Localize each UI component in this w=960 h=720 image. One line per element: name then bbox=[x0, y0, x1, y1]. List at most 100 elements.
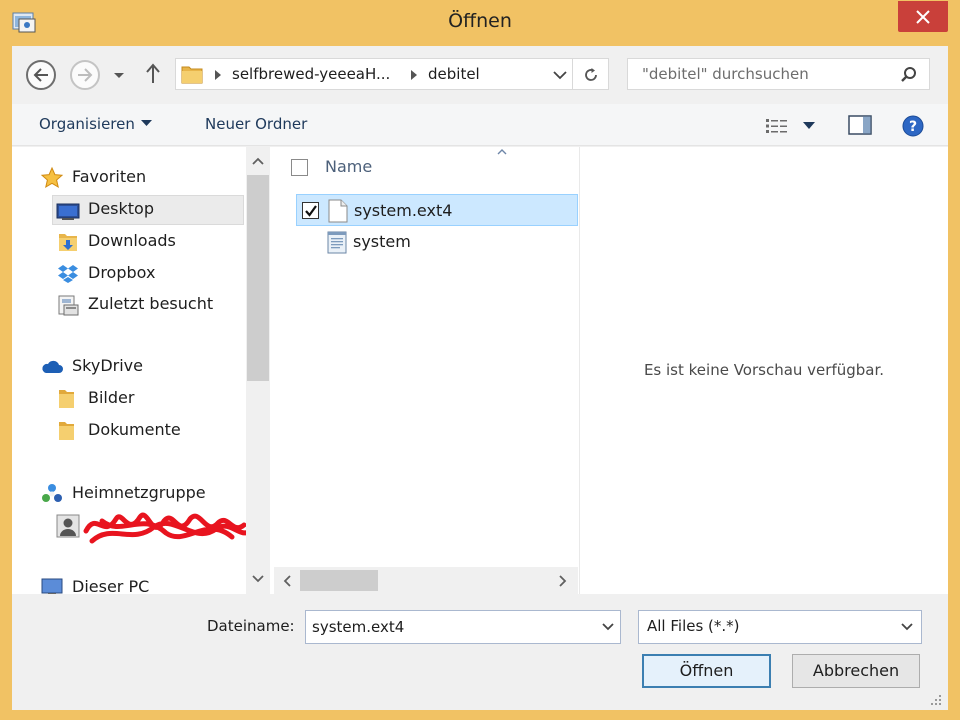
star-icon bbox=[40, 166, 64, 189]
resize-grip-icon[interactable] bbox=[930, 694, 942, 706]
scrollbar-thumb[interactable] bbox=[247, 175, 269, 381]
user-icon bbox=[56, 514, 80, 538]
redaction-scribble bbox=[83, 512, 246, 544]
close-button[interactable] bbox=[898, 1, 948, 32]
desktop-icon bbox=[56, 203, 80, 220]
downloads-folder-icon bbox=[59, 234, 77, 251]
dialog-body: selfbrewed-yeeeaH... debitel Organisiere… bbox=[12, 46, 948, 710]
file-row-system-ext4[interactable]: system.ext4 bbox=[296, 194, 578, 226]
cancel-button[interactable]: Abbrechen bbox=[792, 654, 920, 688]
filetype-value: All Files (*.*) bbox=[647, 617, 740, 635]
sidebar-item-label: Zuletzt besucht bbox=[88, 294, 214, 313]
sidebar-item-downloads[interactable]: Downloads bbox=[56, 227, 244, 257]
title-bar: Öffnen bbox=[0, 0, 960, 46]
back-button[interactable] bbox=[26, 60, 56, 90]
sidebar-item-label: Bilder bbox=[88, 388, 135, 407]
help-icon[interactable]: ? bbox=[902, 115, 924, 137]
arrow-left-icon bbox=[33, 68, 48, 82]
filename-input[interactable] bbox=[306, 611, 590, 643]
chevron-down-icon[interactable] bbox=[803, 122, 815, 130]
file-row-system[interactable]: system bbox=[296, 226, 578, 258]
cloud-icon bbox=[42, 360, 63, 373]
view-options-icon[interactable] bbox=[765, 117, 789, 135]
sidebar-item-label: Favoriten bbox=[72, 167, 147, 186]
svg-text:?: ? bbox=[909, 119, 917, 135]
sidebar-item-this-pc[interactable]: Dieser PC bbox=[40, 573, 245, 594]
folder-icon bbox=[181, 66, 203, 84]
navigation-pane-scrollbar[interactable] bbox=[246, 147, 270, 594]
folder-icon bbox=[59, 422, 74, 440]
scrollbar-thumb[interactable] bbox=[300, 570, 378, 591]
search-input[interactable] bbox=[627, 58, 930, 90]
preview-message: Es ist keine Vorschau verfügbar. bbox=[643, 361, 885, 379]
filename-label: Dateiname: bbox=[207, 617, 295, 635]
breadcrumb-separator-icon bbox=[411, 70, 417, 80]
sidebar-item-pictures[interactable]: Bilder bbox=[56, 384, 244, 414]
breadcrumb-segment[interactable]: debitel bbox=[428, 65, 480, 83]
sidebar-item-label: Dokumente bbox=[88, 420, 181, 439]
open-button[interactable]: Öffnen bbox=[642, 654, 771, 688]
column-header-name[interactable]: Name bbox=[325, 157, 372, 176]
sidebar-item-documents[interactable]: Dokumente bbox=[56, 416, 244, 446]
column-header: Name bbox=[274, 147, 578, 185]
arrow-up-icon bbox=[146, 63, 160, 83]
breadcrumb-segment[interactable]: selfbrewed-yeeeaH... bbox=[232, 65, 390, 83]
folder-icon bbox=[59, 390, 74, 408]
row-checkbox[interactable] bbox=[302, 202, 319, 219]
file-list-scrollbar[interactable] bbox=[274, 567, 578, 594]
computer-icon bbox=[41, 578, 63, 594]
scroll-left-icon[interactable] bbox=[283, 575, 291, 587]
file-icon bbox=[328, 199, 348, 223]
preview-pane: Es ist keine Vorschau verfügbar. bbox=[579, 147, 948, 594]
text-file-icon bbox=[327, 231, 347, 254]
file-list: Name system.ext4 system bbox=[274, 147, 578, 594]
chevron-down-icon bbox=[140, 120, 152, 126]
sidebar-item-recent-places[interactable]: Zuletzt besucht bbox=[56, 290, 244, 320]
window-title: Öffnen bbox=[448, 10, 512, 32]
homegroup-icon bbox=[42, 484, 62, 502]
scroll-up-icon[interactable] bbox=[252, 157, 264, 165]
sidebar-item-dropbox[interactable]: Dropbox bbox=[56, 259, 244, 289]
refresh-button[interactable] bbox=[573, 58, 609, 90]
navigation-pane: Favoriten Desktop Downloads Dropbox Zule… bbox=[12, 147, 246, 594]
checkmark-icon bbox=[305, 205, 317, 217]
sidebar-item-label: Heimnetzgruppe bbox=[72, 483, 206, 502]
scroll-right-icon[interactable] bbox=[559, 575, 567, 587]
refresh-icon bbox=[585, 68, 597, 81]
recent-locations-button[interactable] bbox=[112, 68, 126, 80]
content-area: Favoriten Desktop Downloads Dropbox Zule… bbox=[12, 147, 948, 594]
sidebar-item-label: SkyDrive bbox=[72, 356, 143, 375]
select-all-checkbox[interactable] bbox=[291, 159, 308, 176]
organize-label: Organisieren bbox=[39, 115, 135, 133]
up-button[interactable] bbox=[144, 62, 162, 84]
recent-places-icon bbox=[58, 295, 79, 316]
sidebar-item-desktop[interactable]: Desktop bbox=[52, 195, 244, 225]
sort-ascending-icon bbox=[497, 149, 507, 155]
sidebar-item-favorites[interactable]: Favoriten bbox=[40, 163, 245, 193]
organize-menu-button[interactable]: Organisieren bbox=[39, 115, 152, 133]
chevron-down-icon bbox=[901, 623, 913, 631]
arrow-right-icon bbox=[78, 68, 93, 82]
dropbox-icon bbox=[58, 265, 78, 283]
filetype-select[interactable]: All Files (*.*) bbox=[638, 610, 922, 644]
chevron-down-icon bbox=[114, 73, 124, 78]
filename-combobox[interactable] bbox=[305, 610, 621, 644]
sidebar-item-skydrive[interactable]: SkyDrive bbox=[40, 352, 245, 382]
breadcrumb-separator-icon bbox=[215, 70, 221, 80]
file-name: system bbox=[353, 232, 411, 251]
scroll-down-icon[interactable] bbox=[252, 575, 264, 583]
sidebar-item-label: Dieser PC bbox=[72, 577, 150, 594]
close-icon bbox=[916, 10, 930, 24]
new-folder-button[interactable]: Neuer Ordner bbox=[205, 115, 307, 133]
search-icon[interactable] bbox=[900, 66, 918, 84]
command-bar: Organisieren Neuer Ordner ? bbox=[12, 104, 948, 146]
file-name: system.ext4 bbox=[354, 201, 453, 220]
forward-button[interactable] bbox=[70, 60, 100, 90]
address-bar[interactable]: selfbrewed-yeeeaH... debitel bbox=[175, 58, 573, 90]
preview-pane-icon[interactable] bbox=[848, 115, 872, 135]
sidebar-item-label: Desktop bbox=[88, 199, 154, 218]
sidebar-item-label: Dropbox bbox=[88, 263, 156, 282]
chevron-down-icon[interactable] bbox=[553, 70, 567, 80]
chevron-down-icon[interactable] bbox=[602, 623, 614, 631]
sidebar-item-label: Downloads bbox=[88, 231, 176, 250]
